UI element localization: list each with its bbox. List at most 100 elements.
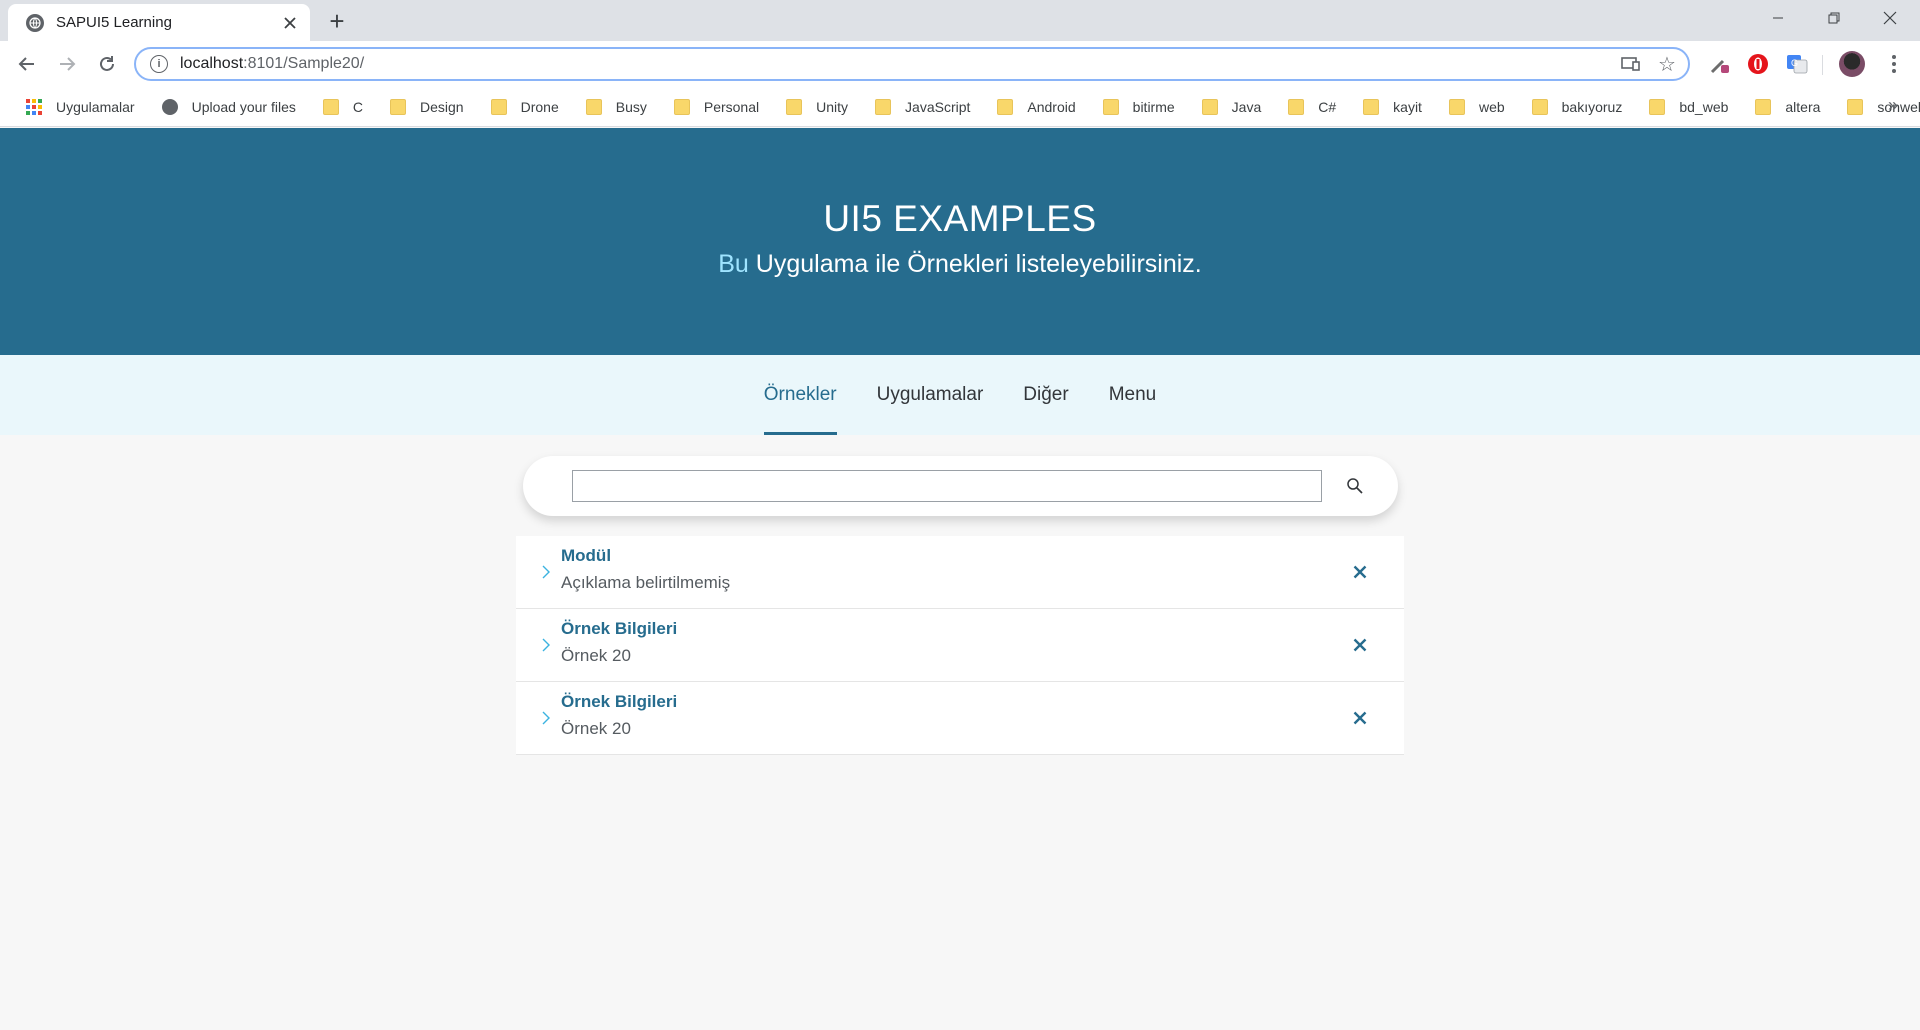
app-tab-bar: Örnekler Uygulamalar Diğer Menu	[0, 355, 1920, 435]
bookmark-item[interactable]: Unity	[778, 93, 856, 121]
bookmark-label: Upload your files	[191, 98, 296, 115]
folder-icon	[490, 98, 507, 115]
subtitle-text: Uygulama ile Örnekleri listeleyebilirsin…	[748, 250, 1202, 278]
restore-icon[interactable]	[1806, 0, 1862, 36]
list-item[interactable]: Modül Açıklama belirtilmemiş	[516, 536, 1404, 609]
back-arrow-icon[interactable]	[11, 48, 43, 80]
bookmark-item[interactable]: JavaScript	[867, 93, 978, 121]
bookmark-label: altera	[1785, 98, 1821, 115]
folder-icon	[1363, 98, 1380, 115]
bookmark-item[interactable]: bitirme	[1095, 93, 1183, 121]
globe-icon	[161, 98, 178, 115]
bookmark-item[interactable]: Android	[989, 93, 1083, 121]
apps-grid-icon	[26, 98, 42, 115]
bookmark-item[interactable]: Upload your files	[154, 93, 304, 121]
bookmark-item[interactable]: Busy	[578, 93, 655, 121]
address-bar[interactable]: i localhost:8101/Sample20/ ☆	[134, 47, 1690, 81]
chevron-right-icon	[540, 710, 552, 726]
folder-icon	[1531, 98, 1548, 115]
search-card	[523, 456, 1398, 516]
tab-3[interactable]: Menu	[1109, 355, 1157, 435]
bookmark-label: bakıyoruz	[1561, 98, 1623, 115]
list-item-description: Örnek 20	[561, 719, 631, 738]
bookmark-item[interactable]: C	[315, 93, 371, 121]
folder-icon	[1201, 98, 1218, 115]
info-icon[interactable]: i	[150, 55, 168, 73]
search-input[interactable]	[572, 470, 1322, 502]
tab-close-icon[interactable]	[276, 9, 304, 37]
bookmark-label: Busy	[615, 98, 647, 115]
reload-icon[interactable]	[91, 48, 123, 80]
bookmark-item[interactable]: bakıyoruz	[1524, 93, 1631, 121]
tab-title: SAPUI5 Learning	[56, 14, 172, 31]
bookmark-label: web	[1478, 98, 1505, 115]
folder-icon	[875, 98, 892, 115]
bookmark-item[interactable]: sonweb	[1839, 93, 1920, 121]
globe-icon	[26, 13, 44, 32]
bookmark-item[interactable]: Drone	[483, 93, 567, 121]
bookmarks-overflow-button[interactable]: »	[1888, 95, 1898, 116]
toolbar-divider	[1822, 55, 1823, 75]
bookmark-label: bd_web	[1679, 98, 1729, 115]
bookmark-item[interactable]: bd_web	[1641, 93, 1736, 121]
bookmark-item[interactable]: web	[1441, 93, 1513, 121]
star-icon[interactable]: ☆	[1652, 49, 1682, 79]
minimize-icon[interactable]	[1750, 0, 1806, 36]
bookmark-label: Drone	[520, 98, 559, 115]
bookmark-label: bitirme	[1132, 98, 1175, 115]
translate-extension-icon[interactable]: G	[1783, 50, 1811, 78]
list-item[interactable]: Örnek Bilgileri Örnek 20	[516, 682, 1404, 755]
list-item-description: Örnek 20	[561, 646, 631, 665]
bookmark-item[interactable]: Design	[382, 93, 472, 121]
bookmarks-bar: Uygulamalar Upload your files C Design Drone…	[0, 87, 1920, 127]
list-item-description: Açıklama belirtilmemiş	[561, 573, 731, 592]
folder-icon	[1288, 98, 1305, 115]
bookmark-label: C	[352, 98, 363, 115]
bookmark-item[interactable]: altera	[1747, 93, 1828, 121]
cast-icon[interactable]	[1616, 49, 1646, 79]
bookmark-item[interactable]: C#	[1280, 93, 1344, 121]
browser-tab[interactable]: SAPUI5 Learning	[8, 4, 310, 41]
bookmark-label: kayit	[1393, 98, 1422, 115]
tab-2[interactable]: Diğer	[1023, 355, 1068, 435]
eyedropper-extension-icon[interactable]	[1706, 50, 1734, 78]
list-item-title: Örnek Bilgileri	[561, 619, 678, 638]
delete-icon[interactable]	[1348, 560, 1372, 584]
svg-text:G: G	[1791, 58, 1798, 68]
folder-icon	[1448, 98, 1465, 115]
more-menu-icon[interactable]	[1880, 50, 1908, 78]
bookmark-label: Uygulamalar	[56, 98, 135, 115]
opera-extension-icon[interactable]	[1744, 50, 1772, 78]
bookmark-item[interactable]: Personal	[666, 93, 767, 121]
bookmark-label: JavaScript	[905, 98, 971, 115]
delete-icon[interactable]	[1348, 706, 1372, 730]
url-host: localhost	[180, 55, 244, 72]
bookmark-label: Design	[420, 98, 464, 115]
profile-avatar[interactable]	[1839, 51, 1865, 77]
bookmark-label: Java	[1231, 98, 1262, 115]
app-header: UI5 EXAMPLES Bu Uygulama ile Örnekleri l…	[0, 128, 1920, 355]
bookmark-label: sonweb	[1877, 98, 1920, 115]
tab-0[interactable]: Örnekler	[763, 355, 837, 435]
bookmark-label: C#	[1318, 98, 1337, 115]
search-icon[interactable]	[1339, 470, 1371, 502]
chevron-right-icon	[540, 637, 552, 653]
folder-icon	[673, 98, 690, 115]
bookmark-label: Personal	[703, 98, 760, 115]
bookmark-item[interactable]: Uygulamalar	[18, 93, 143, 121]
window-close-icon[interactable]	[1862, 0, 1918, 36]
folder-icon	[322, 98, 339, 115]
subtitle-highlight: Bu	[718, 250, 749, 278]
folder-icon	[786, 98, 803, 115]
url-text[interactable]: localhost:8101/Sample20/	[180, 55, 1616, 73]
tab-1[interactable]: Uygulamalar	[877, 355, 984, 435]
delete-icon[interactable]	[1348, 633, 1372, 657]
folder-icon	[997, 98, 1014, 115]
bookmark-item[interactable]: kayit	[1355, 93, 1430, 121]
url-path: :8101/Sample20/	[243, 55, 365, 72]
new-tab-button[interactable]: +	[322, 6, 352, 36]
list-item-title: Modül	[561, 546, 612, 565]
list-item[interactable]: Örnek Bilgileri Örnek 20	[516, 609, 1404, 682]
bookmark-item[interactable]: Java	[1194, 93, 1270, 121]
forward-arrow-icon[interactable]	[51, 48, 83, 80]
